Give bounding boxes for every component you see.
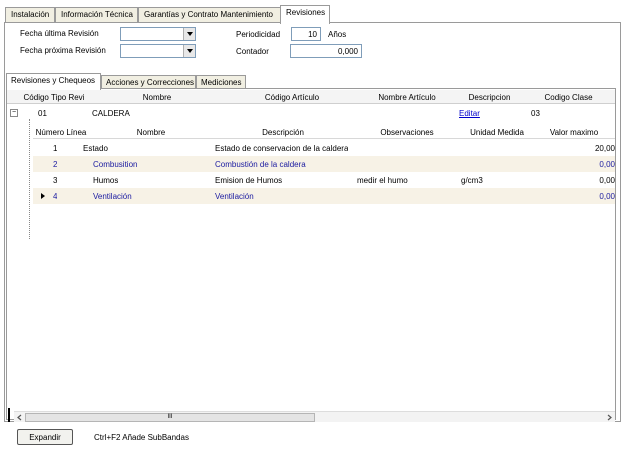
tab-label: Acciones y Correcciones xyxy=(106,78,195,87)
periodicidad-field[interactable]: 10 xyxy=(291,27,321,41)
cell: 03 xyxy=(531,109,540,118)
fecha-ultima-label: Fecha última Revisión xyxy=(20,29,99,38)
table-row[interactable]: 4 Ventilación Ventilación 0,00 xyxy=(33,188,615,204)
tab-revisiones[interactable]: Revisiones xyxy=(280,5,330,24)
tab-label: Información Técnica xyxy=(61,10,133,19)
chevron-down-icon[interactable] xyxy=(183,45,195,57)
tab-instalacion[interactable]: Instalación xyxy=(5,7,55,23)
tab-revisiones-chequeos[interactable]: Revisiones y Chequeos xyxy=(6,73,101,90)
contador-label: Contador xyxy=(236,47,269,56)
table-row[interactable]: 2 Combusition Combustión de la caldera 0… xyxy=(33,156,615,172)
grid-edge-marker xyxy=(8,408,10,422)
cell: CALDERA xyxy=(92,109,130,118)
hint-text: Ctrl+F2 Añade SubBandas xyxy=(94,433,189,442)
chevron-down-icon[interactable] xyxy=(183,28,195,40)
editar-link[interactable]: Editar xyxy=(459,105,480,121)
cell: 0,00 xyxy=(599,160,615,169)
col-header[interactable]: Nombre Artículo xyxy=(357,90,457,104)
col-header[interactable]: Código Artículo xyxy=(227,90,357,104)
cell: Emision de Humos xyxy=(215,176,283,185)
tab-label: Revisiones xyxy=(286,8,326,17)
scroll-thumb[interactable]: III xyxy=(25,413,315,422)
cell: Estado xyxy=(83,144,108,153)
tab-label: Mediciones xyxy=(201,78,242,87)
periodicidad-unit: Años xyxy=(328,30,347,39)
cell: 01 xyxy=(38,109,47,118)
col-header[interactable]: Nombre xyxy=(87,90,227,104)
periodicidad-label: Periodicidad xyxy=(236,30,281,39)
fecha-proxima-label: Fecha próxima Revisión xyxy=(20,46,106,55)
tab-label: Revisiones y Chequeos xyxy=(11,76,96,85)
cell[interactable]: Ventilación xyxy=(215,188,254,204)
col-header[interactable]: Nombre xyxy=(89,125,213,139)
cell: 0,00 xyxy=(599,176,615,185)
tree-line xyxy=(29,119,30,239)
cell: medir el humo xyxy=(357,176,408,185)
cell: Ventilación xyxy=(93,192,132,201)
revisiones-grid: Código Tipo Revi Nombre Código Artículo … xyxy=(6,88,616,420)
expand-button[interactable]: Expandir xyxy=(17,429,73,445)
col-header[interactable]: Descripcion xyxy=(457,90,522,104)
col-header[interactable]: Unidad Medida xyxy=(461,125,533,139)
table-row[interactable]: 3 Humos Emision de Humos medir el humo g… xyxy=(33,172,615,188)
cell: 3 xyxy=(53,176,58,185)
table-row[interactable]: 1 Estado Estado de conservacion de la ca… xyxy=(33,140,615,156)
col-header[interactable]: Descripción xyxy=(213,125,353,139)
cell: 1 xyxy=(53,144,58,153)
tab-garantias[interactable]: Garantías y Contrato Mantenimiento xyxy=(138,7,281,23)
cell: 4 xyxy=(53,192,58,201)
cell: Combusition xyxy=(93,160,138,169)
band1-header: Número Línea Nombre Descripción Observac… xyxy=(33,125,615,139)
tab-informacion-tecnica[interactable]: Información Técnica xyxy=(55,7,138,23)
scroll-right-icon[interactable] xyxy=(605,413,614,422)
tab-label: Garantías y Contrato Mantenimiento xyxy=(144,10,273,19)
cell: 0,00 xyxy=(599,192,615,201)
contador-field[interactable]: 0,000 xyxy=(290,44,362,58)
cell: g/cm3 xyxy=(461,176,483,185)
cell: 2 xyxy=(53,160,58,169)
tab-label: Instalación xyxy=(11,10,50,19)
col-header[interactable]: Número Línea xyxy=(33,125,89,139)
col-header[interactable]: Observaciones xyxy=(353,125,461,139)
scroll-left-icon[interactable] xyxy=(15,413,24,422)
col-header[interactable]: Valor maximo xyxy=(533,125,615,139)
cell: Estado de conservacion de la caldera xyxy=(215,144,349,153)
cell: Combustión de la caldera xyxy=(215,160,306,169)
cell: 20,00 xyxy=(594,144,615,153)
fecha-ultima-field[interactable] xyxy=(120,27,196,41)
current-row-icon xyxy=(41,193,45,199)
col-header[interactable]: Codigo Clase xyxy=(522,90,615,104)
parent-row[interactable]: − 01 CALDERA Editar 03 xyxy=(7,105,615,121)
band0-header: Código Tipo Revi Nombre Código Artículo … xyxy=(7,90,615,104)
collapse-icon[interactable]: − xyxy=(10,109,18,117)
fecha-proxima-field[interactable] xyxy=(120,44,196,58)
horizontal-scrollbar[interactable]: III xyxy=(14,411,615,422)
cell: Humos xyxy=(93,176,119,185)
col-header[interactable]: Código Tipo Revi xyxy=(21,90,87,104)
